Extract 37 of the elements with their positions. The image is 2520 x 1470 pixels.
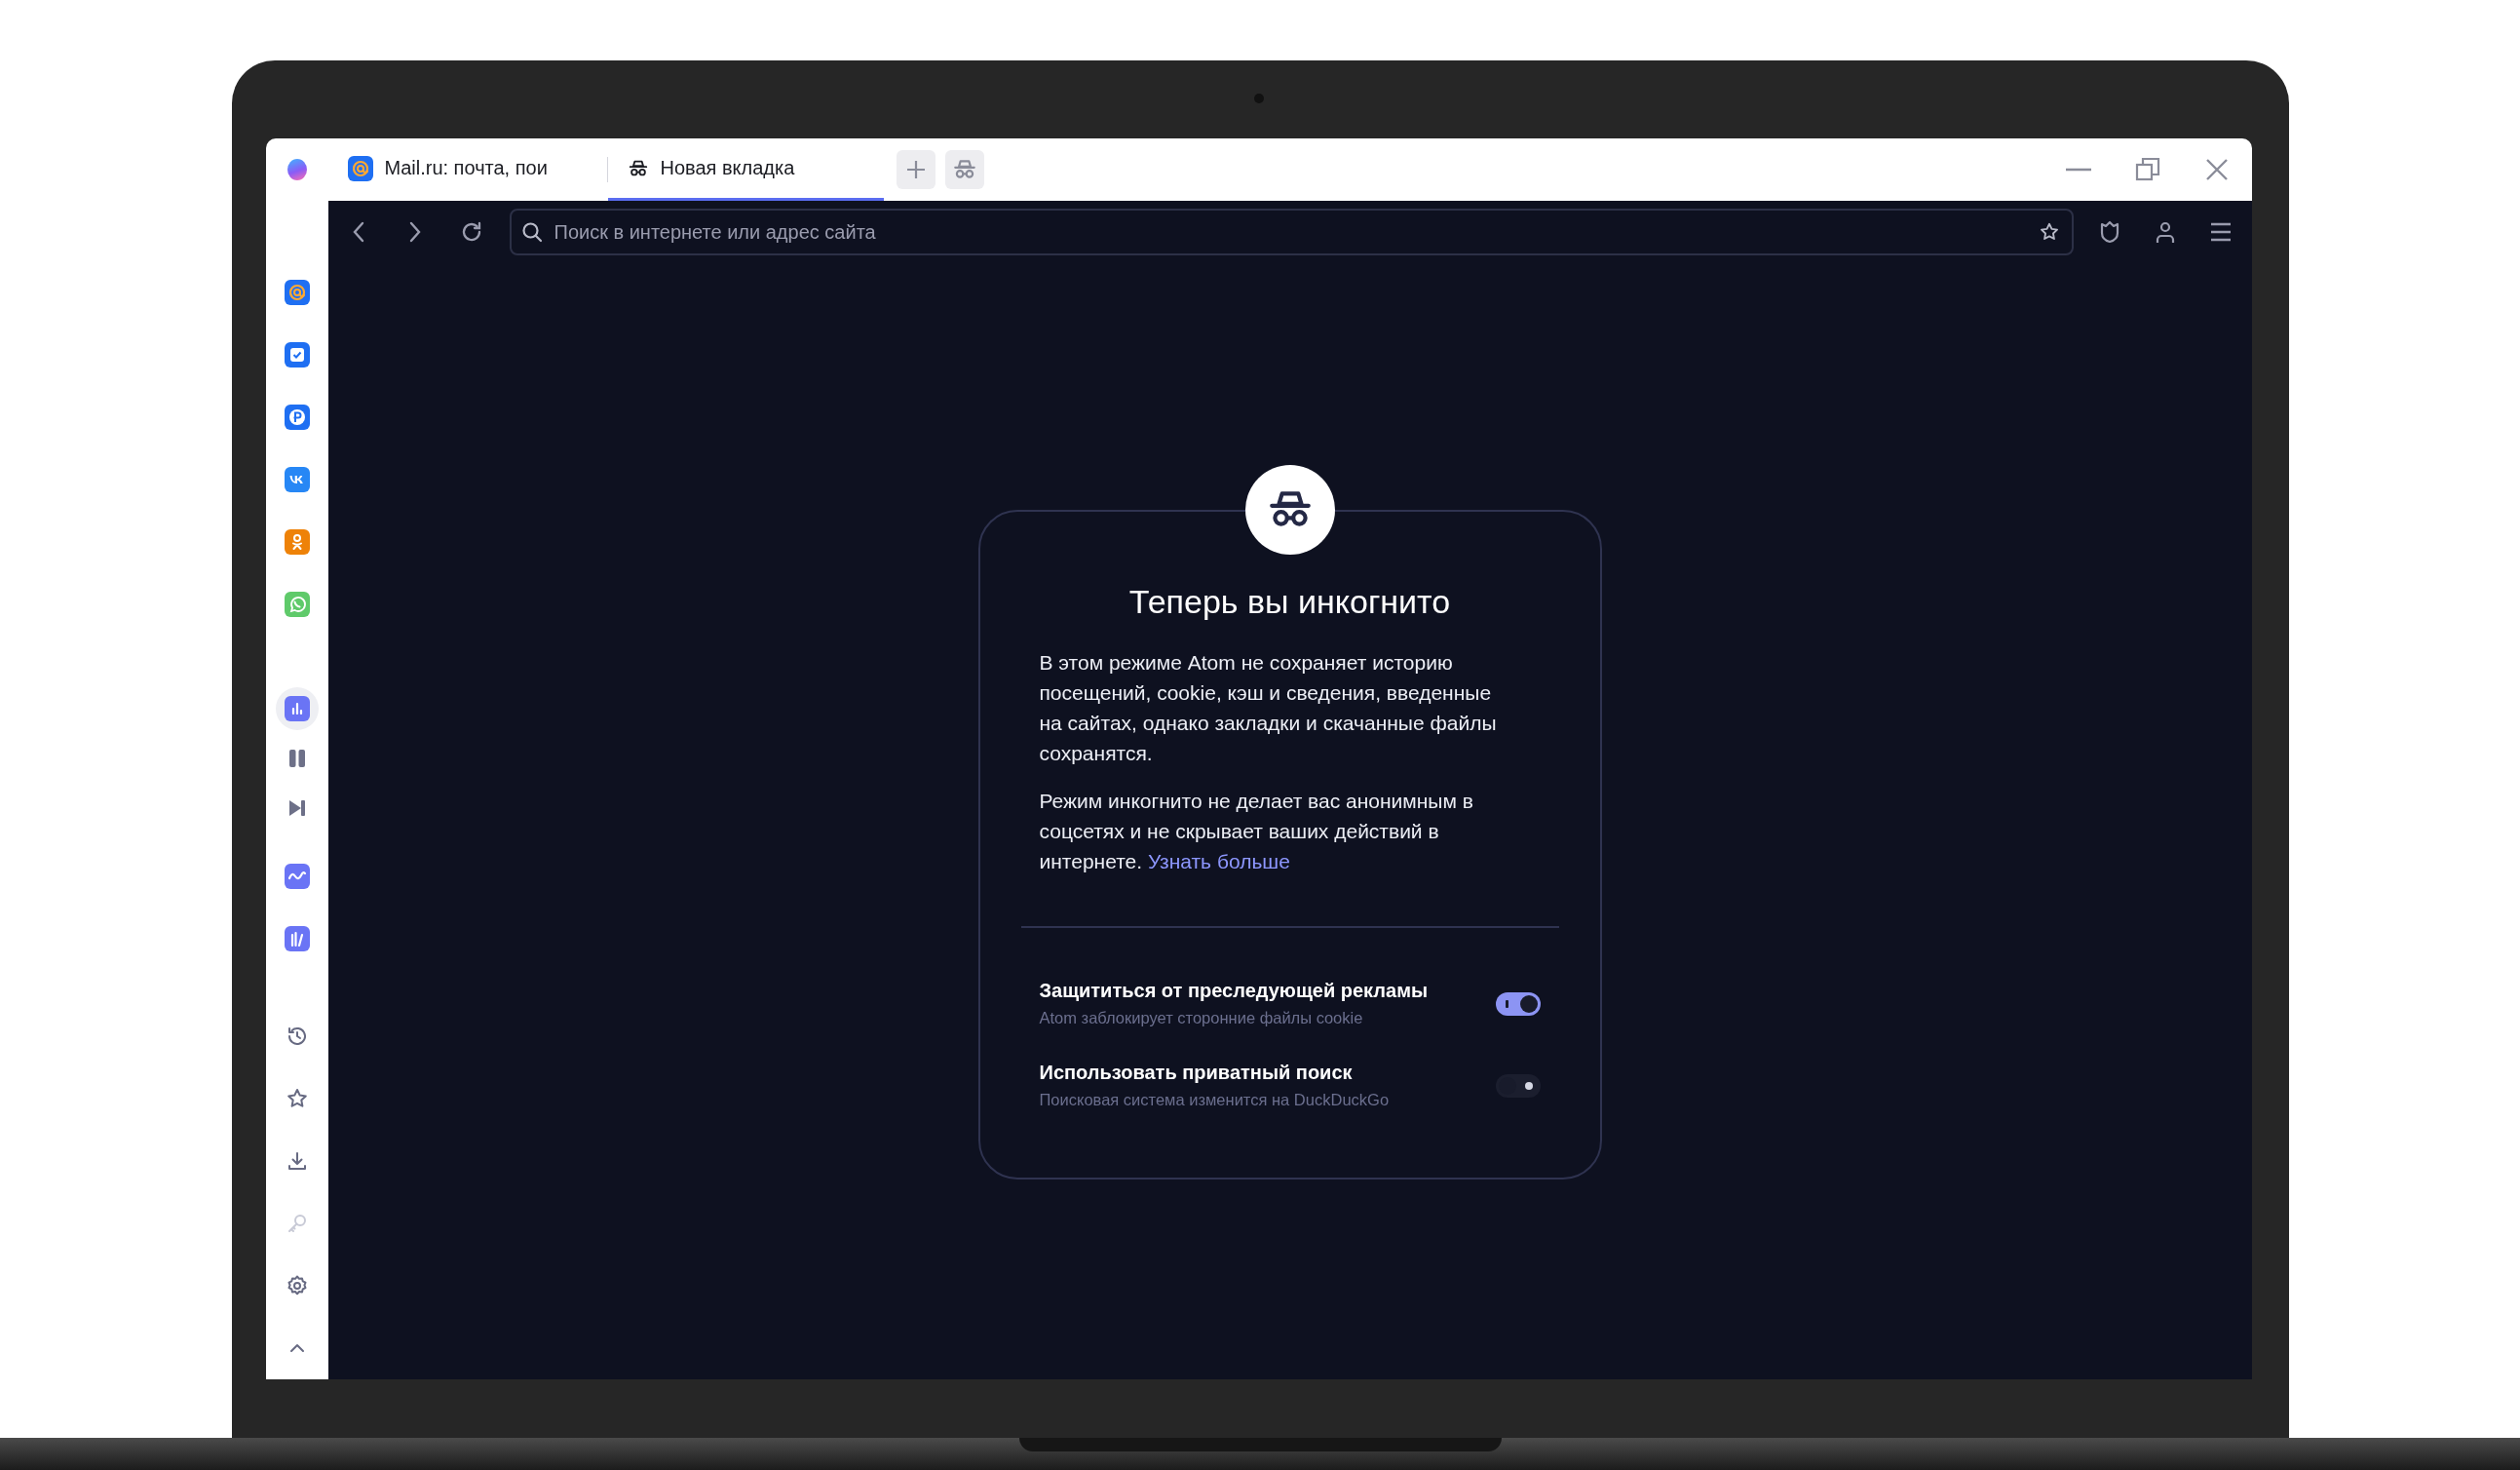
minimize-icon <box>2066 168 2091 172</box>
info-paragraph: В этом режиме Atom не сохраняет историю посещений, cookie, кэш и сведения, введенные на сайтах, однако закладки и скачанные файлы сохранятся. <box>1039 650 1498 766</box>
star-icon <box>285 1087 309 1110</box>
info-paragraph: Режим инкогнито не делает вас анонимным в соцсетях и не скрывает ваших действий в интернете. Узнать больше <box>1039 789 1474 874</box>
books-app-icon <box>284 926 310 951</box>
bookmark-star-icon[interactable] <box>2038 221 2060 243</box>
mail-app-icon <box>284 280 310 305</box>
card-title: Теперь вы инкогнито <box>1127 582 1452 621</box>
toggle-switch[interactable] <box>1495 1073 1541 1098</box>
incognito-tab-button[interactable] <box>944 150 984 189</box>
user-icon <box>2154 220 2176 244</box>
wave-app-icon <box>284 864 310 889</box>
browser-tab[interactable]: Mail.ru: почта, пои <box>327 138 607 201</box>
close-icon <box>2205 158 2229 181</box>
option-title: Использовать приватный поиск <box>1039 1061 1354 1084</box>
checklist-app-icon <box>284 342 310 368</box>
search-icon <box>520 221 543 243</box>
chat-app-icon <box>284 592 310 617</box>
ruble-app-icon <box>284 405 310 430</box>
option-description: Поисковая система изменится на DuckDuckGo <box>1039 1090 1391 1110</box>
sidebar-player-button[interactable] <box>275 687 319 730</box>
option-description: Atom заблокирует сторонние файлы cookie <box>1039 1008 1364 1028</box>
back-icon <box>351 221 365 243</box>
menu-icon <box>2209 222 2232 242</box>
mail-app-icon <box>347 155 373 181</box>
forward-icon <box>407 221 422 243</box>
address-field[interactable]: Поиск в интернете или адрес сайта <box>509 209 2074 255</box>
chart-icon <box>284 696 310 721</box>
vk-app-icon <box>284 467 310 492</box>
shield-icon <box>2098 220 2120 244</box>
learn-more-link[interactable]: Узнать больше <box>1147 850 1290 872</box>
option-title: Защититься от преследующей рекламы <box>1039 979 1430 1002</box>
odnoklassniki-app-icon <box>284 529 310 555</box>
toggle-switch[interactable] <box>1495 991 1541 1016</box>
restore-icon <box>2135 157 2160 182</box>
new-tab-button[interactable] <box>896 150 935 189</box>
browser-logo-icon <box>286 159 307 180</box>
